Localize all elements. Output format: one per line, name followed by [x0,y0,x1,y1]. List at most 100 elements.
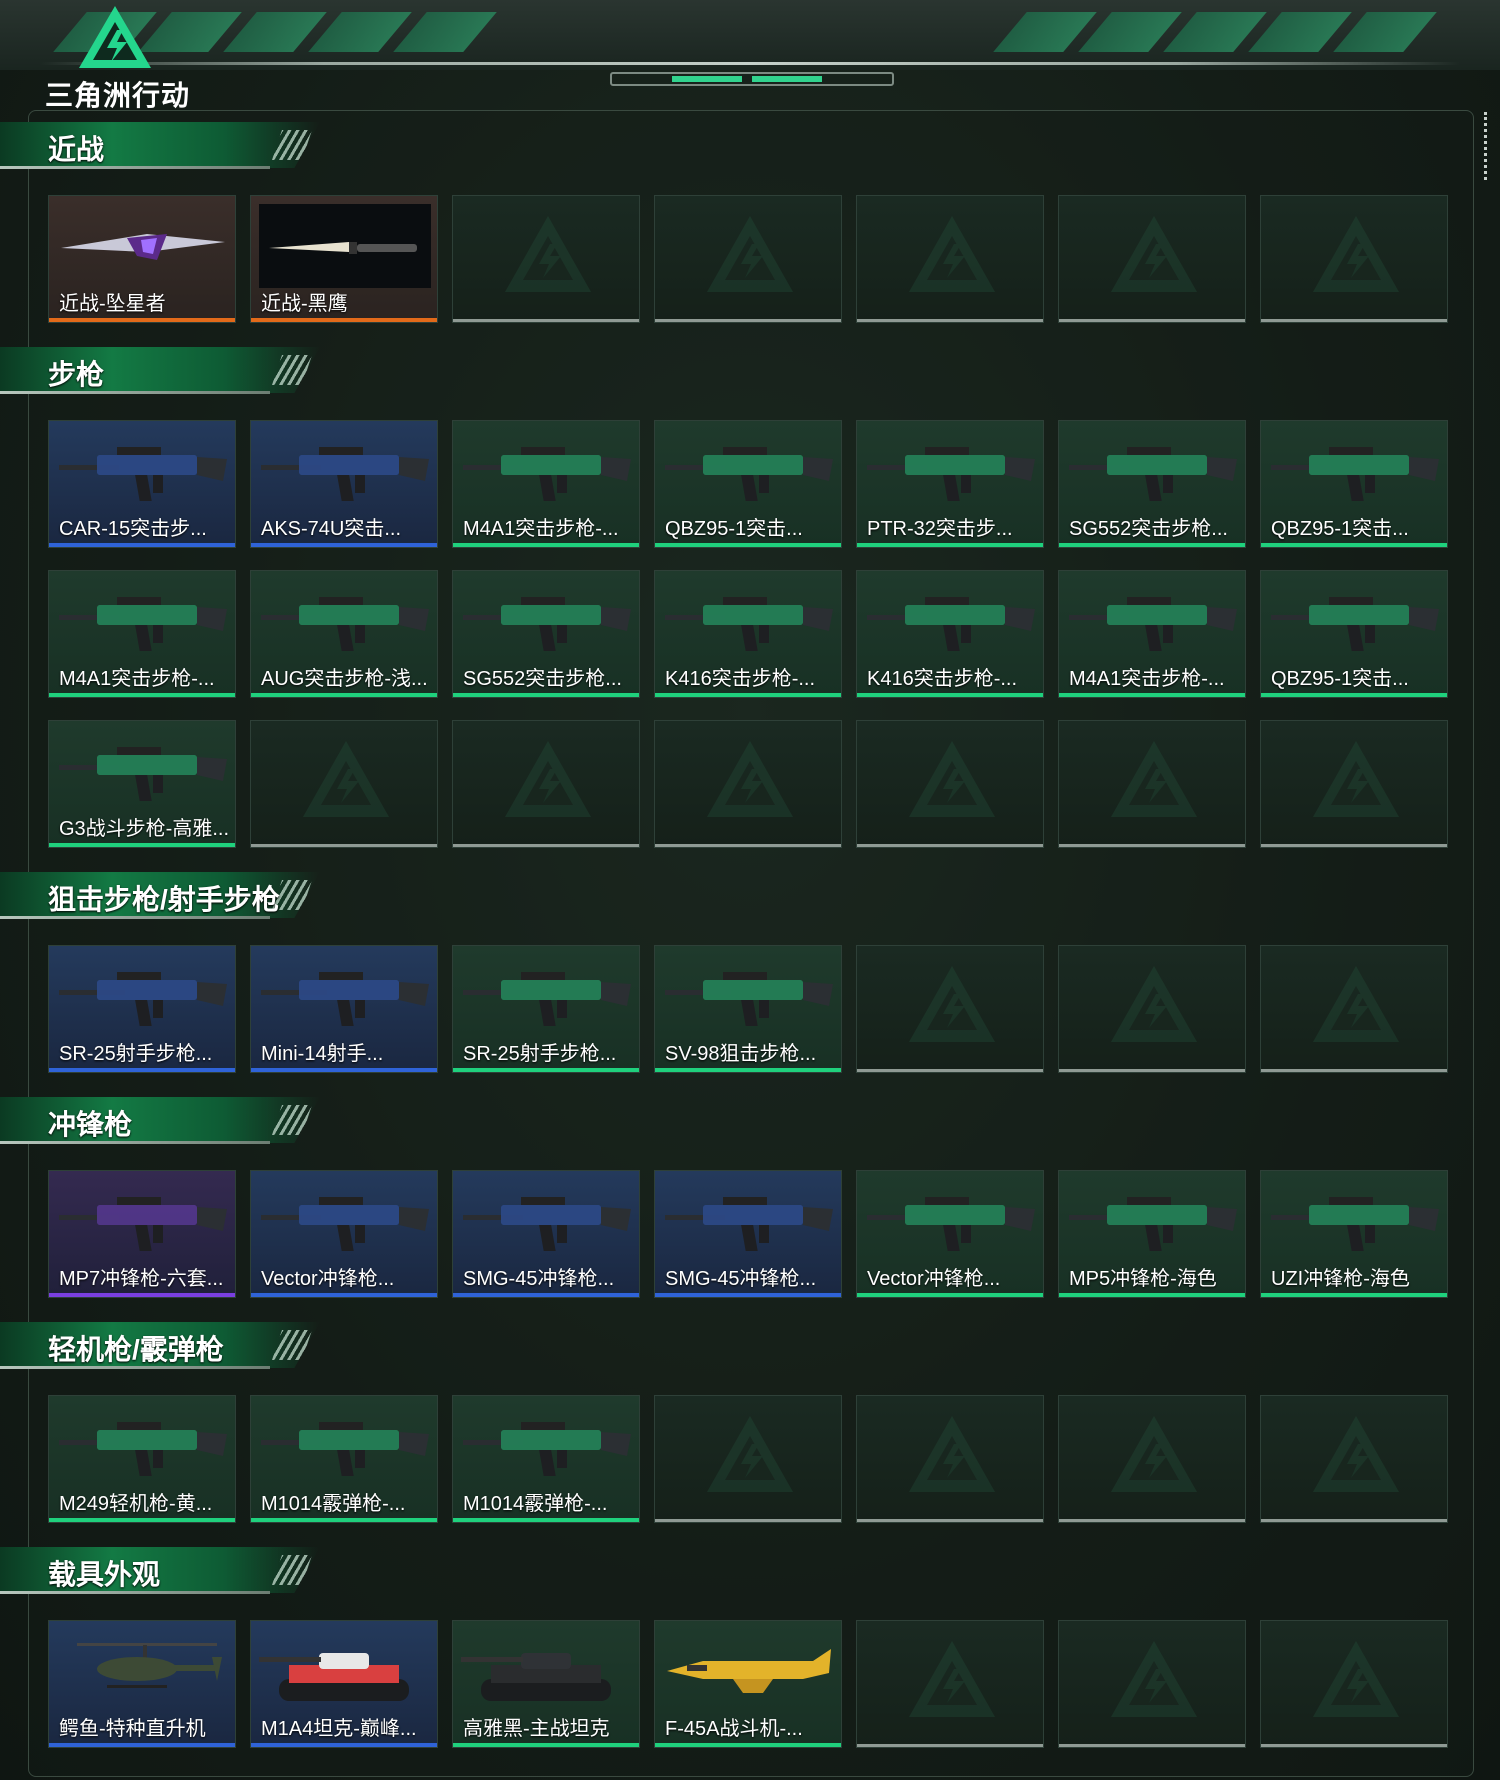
skin-item-card[interactable]: Mini-14射手... [250,945,438,1073]
empty-slot [856,1620,1044,1748]
skin-item-card[interactable]: MP7冲锋枪-六套... [48,1170,236,1298]
delta-watermark-icon [303,741,389,817]
skin-item-card[interactable]: PTR-32突击步... [856,420,1044,548]
delta-watermark-icon [707,216,793,292]
header-center-ornament [610,72,894,86]
empty-slot-bar [1261,1069,1447,1072]
skin-item-name: AUG突击步枪-浅... [261,668,428,690]
skin-item-card[interactable]: CAR-15突击步... [48,420,236,548]
section-header-underline [0,1141,270,1144]
skin-item-card[interactable]: M1014霰弹枪-... [250,1395,438,1523]
rarity-bar [251,1743,437,1747]
rarity-bar [453,543,639,547]
skin-item-card[interactable]: SR-25射手步枪... [452,945,640,1073]
section-title: 载具外观 [48,1559,161,1590]
rifle-icon [663,429,835,513]
skin-item-card[interactable]: M1014霰弹枪-... [452,1395,640,1523]
section-header: 狙击步枪/射手步枪 [0,872,330,920]
skin-item-card[interactable]: UZI冲锋枪-海色 [1260,1170,1448,1298]
header-divider [40,62,1460,65]
tank-icon [259,1629,431,1713]
rarity-bar [453,1743,639,1747]
empty-slot-bar [1261,1519,1447,1522]
skin-item-card[interactable]: K416突击步枪-... [654,570,842,698]
skin-item-name: Vector冲锋枪... [867,1268,1001,1290]
skin-item-card[interactable]: QBZ95-1突击... [654,420,842,548]
rarity-bar [251,318,437,322]
skin-item-card[interactable]: F-45A战斗机-... [654,1620,842,1748]
skin-item-card[interactable]: SR-25射手步枪... [48,945,236,1073]
empty-slot-bar [655,1519,841,1522]
section-title: 冲锋枪 [48,1109,133,1140]
skin-item-card[interactable]: SMG-45冲锋枪... [654,1170,842,1298]
empty-slot [452,720,640,848]
shotgun-icon [461,1404,633,1488]
delta-watermark-icon [909,741,995,817]
skin-item-card[interactable]: SV-98狙击步枪... [654,945,842,1073]
sniper-icon [461,954,633,1038]
skin-item-card[interactable]: MP5冲锋枪-海色 [1058,1170,1246,1298]
skin-item-name: SV-98狙击步枪... [665,1043,817,1065]
empty-slot-bar [1261,844,1447,847]
skin-item-card[interactable]: M1A4坦克-巅峰... [250,1620,438,1748]
blade-icon [57,204,229,288]
empty-slot-bar [1059,319,1245,322]
rarity-bar [49,1518,235,1522]
delta-watermark-icon [1111,216,1197,292]
skin-item-card[interactable]: AKS-74U突击... [250,420,438,548]
skin-item-card[interactable]: 近战-坠星者 [48,195,236,323]
skin-item-card[interactable]: Vector冲锋枪... [856,1170,1044,1298]
smg-icon [663,1179,835,1263]
shotgun-icon [259,1404,431,1488]
skin-item-name: 鳄鱼-特种直升机 [59,1718,206,1740]
skin-item-name: M4A1突击步枪-... [463,518,619,540]
delta-watermark-icon [707,1416,793,1492]
empty-slot-bar [857,1519,1043,1522]
sniper-icon [663,954,835,1038]
skin-item-name: M4A1突击步枪-... [1069,668,1225,690]
skin-item-name: MP7冲锋枪-六套... [59,1268,224,1290]
delta-watermark-icon [1111,1641,1197,1717]
skin-item-card[interactable]: 高雅黑-主战坦克 [452,1620,640,1748]
skin-item-card[interactable]: M4A1突击步枪-... [1058,570,1246,698]
rifle-icon [259,429,431,513]
skin-item-card[interactable]: SG552突击步枪... [1058,420,1246,548]
empty-slot-bar [655,319,841,322]
skin-item-card[interactable]: SG552突击步枪... [452,570,640,698]
skin-item-name: CAR-15突击步... [59,518,207,540]
section-header-underline [0,391,270,394]
skin-item-name: M1014霰弹枪-... [463,1493,608,1515]
skin-item-card[interactable]: M249轻机枪-黄... [48,1395,236,1523]
skin-item-card[interactable]: Vector冲锋枪... [250,1170,438,1298]
skin-item-card[interactable]: AUG突击步枪-浅... [250,570,438,698]
rifle-icon [461,429,633,513]
skin-item-card[interactable]: 近战-黑鹰 [250,195,438,323]
empty-slot-bar [857,1744,1043,1747]
skin-item-name: Mini-14射手... [261,1043,384,1065]
skin-item-card[interactable]: 鳄鱼-特种直升机 [48,1620,236,1748]
delta-watermark-icon [1111,966,1197,1042]
rarity-bar [655,1068,841,1072]
empty-slot [654,720,842,848]
skin-item-card[interactable]: SMG-45冲锋枪... [452,1170,640,1298]
skin-item-card[interactable]: QBZ95-1突击... [1260,570,1448,698]
rifle-icon [1269,429,1441,513]
smg-icon [1067,1179,1239,1263]
skin-item-card[interactable]: M4A1突击步枪-... [48,570,236,698]
skin-item-card[interactable]: K416突击步枪-... [856,570,1044,698]
rarity-bar [251,1068,437,1072]
scrollbar[interactable] [1480,112,1487,180]
skin-item-card[interactable]: QBZ95-1突击... [1260,420,1448,548]
delta-logo-icon [79,6,151,68]
empty-slot [1058,1395,1246,1523]
empty-slot [856,195,1044,323]
delta-watermark-icon [909,966,995,1042]
skin-item-name: M1014霰弹枪-... [261,1493,406,1515]
rarity-bar [655,543,841,547]
delta-watermark-icon [505,741,591,817]
helicopter-icon [57,1629,229,1713]
empty-slot-bar [1059,1519,1245,1522]
skin-item-card[interactable]: M4A1突击步枪-... [452,420,640,548]
skin-item-card[interactable]: G3战斗步枪-高雅... [48,720,236,848]
skin-item-name: K416突击步枪-... [665,668,816,690]
